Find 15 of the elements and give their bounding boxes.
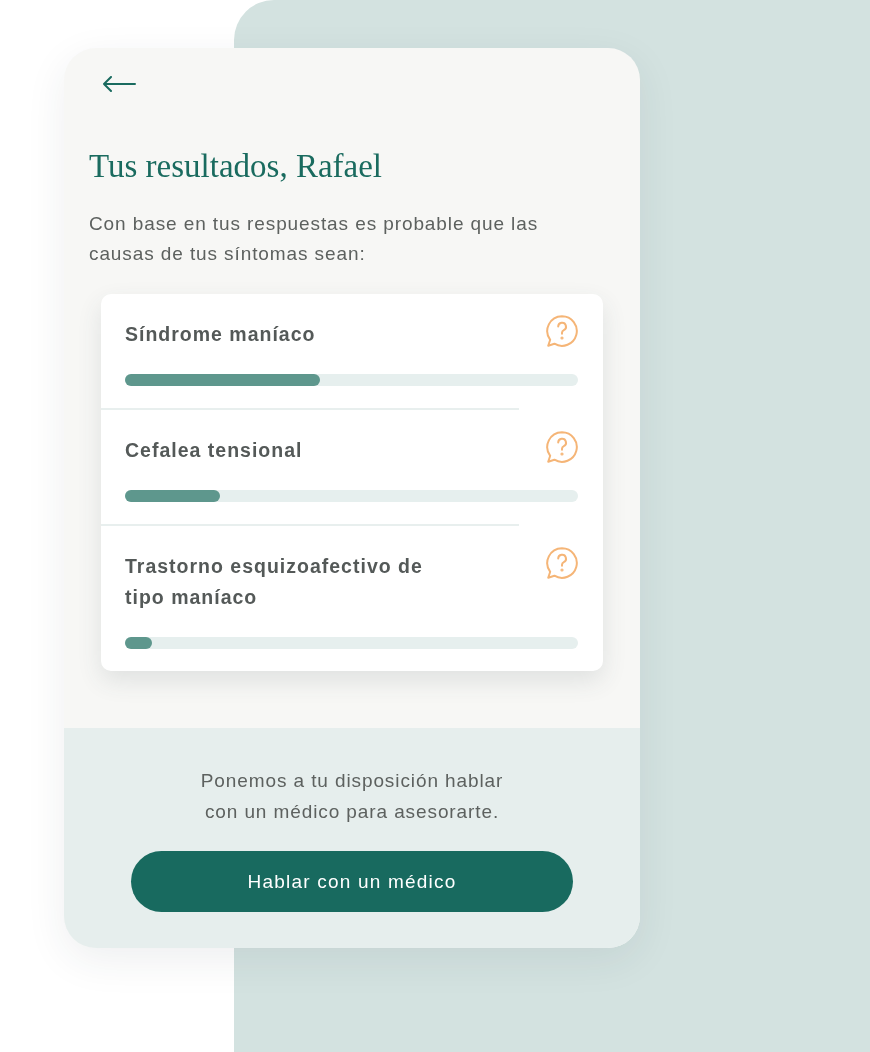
condition-name: Síndrome maníaco bbox=[125, 322, 316, 347]
help-button[interactable] bbox=[546, 547, 578, 579]
help-button[interactable] bbox=[546, 315, 578, 347]
back-arrow-icon bbox=[102, 76, 136, 92]
condition-name: Trastorno esquizoafectivo de tipo maníaco bbox=[125, 554, 424, 610]
condition-name: Cefalea tensional bbox=[125, 438, 303, 463]
talk-to-doctor-button[interactable]: Hablar con un médico bbox=[131, 851, 573, 912]
intro-text: Con base en tus respuestas es probable que las causas de tus síntomas sean: bbox=[89, 212, 540, 266]
help-icon bbox=[546, 315, 578, 347]
help-icon bbox=[546, 431, 578, 463]
back-button[interactable] bbox=[102, 76, 136, 92]
page-title: Tus resultados, Rafael bbox=[89, 147, 382, 185]
help-button[interactable] bbox=[546, 431, 578, 463]
help-icon bbox=[546, 547, 578, 579]
footer-text: Ponemos a tu disposición hablar con un médico para asesorarte. bbox=[199, 769, 505, 824]
